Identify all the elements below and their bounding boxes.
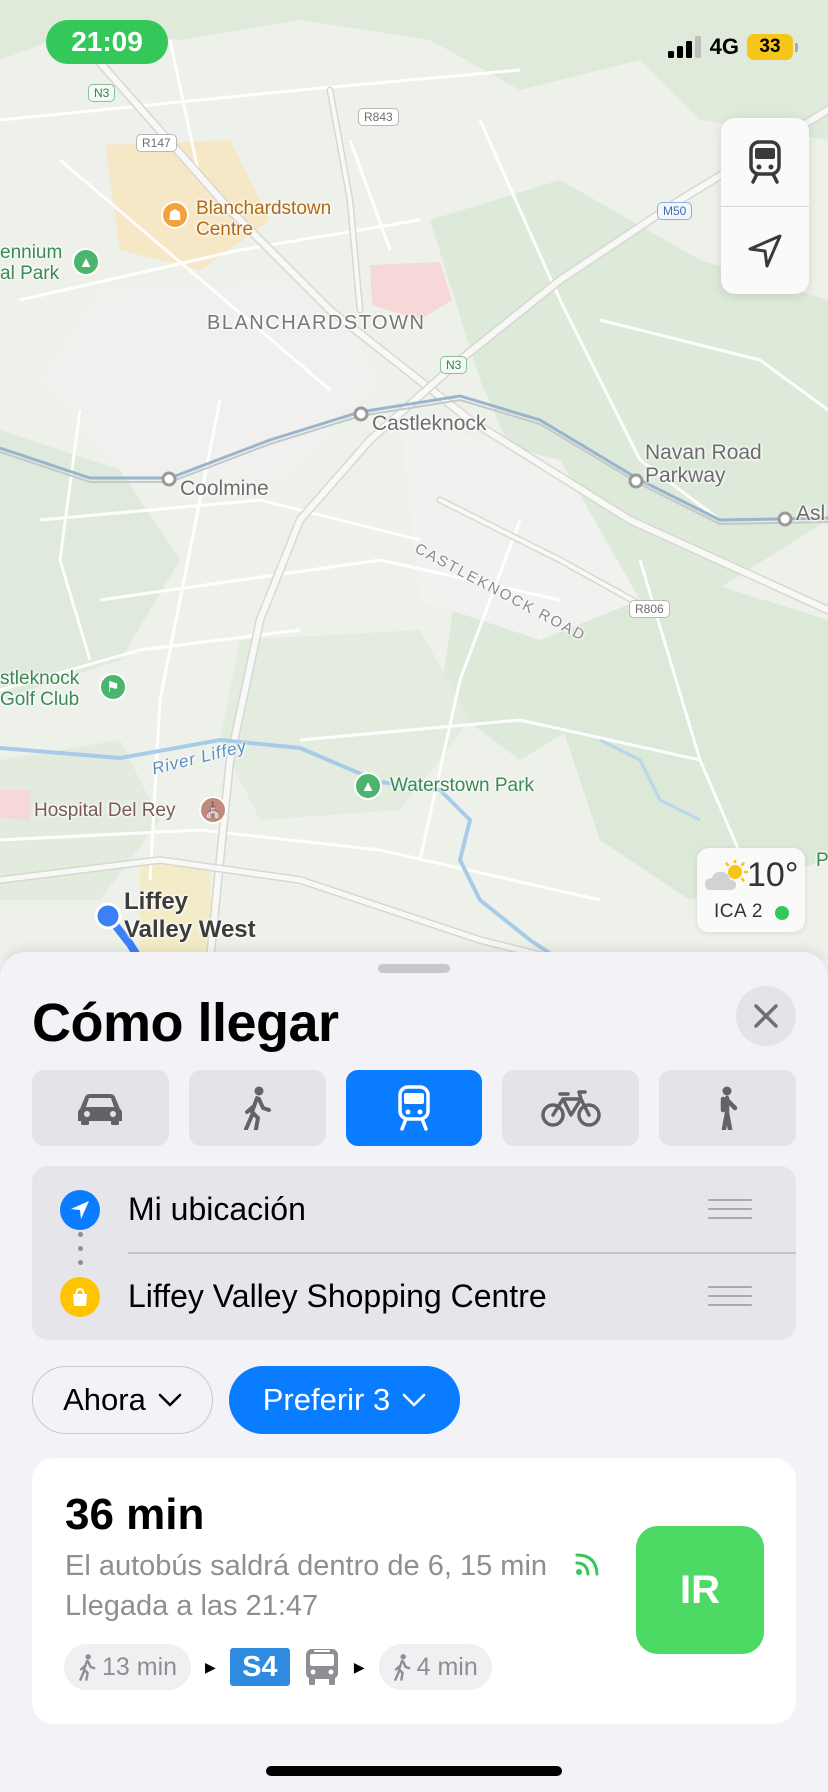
map-label-asl[interactable]: Asl <box>796 502 825 526</box>
chevron-down-icon <box>402 1393 426 1407</box>
departure-time-label: Ahora <box>63 1382 146 1417</box>
walk-duration: 4 min <box>416 1652 478 1681</box>
map-controls <box>721 118 809 294</box>
road-shield: R806 <box>629 600 670 618</box>
route-endpoints: Mi ubicación Liffey Valley Shopping Cent… <box>32 1166 796 1340</box>
origin-row[interactable]: Mi ubicación <box>32 1166 796 1253</box>
home-indicator[interactable] <box>266 1766 562 1776</box>
close-button[interactable] <box>736 986 796 1046</box>
mode-transit-button[interactable] <box>345 1070 483 1146</box>
air-quality-indicator <box>775 906 789 920</box>
walk-icon <box>244 1086 272 1130</box>
go-button[interactable]: IR <box>636 1526 764 1654</box>
preferences-button[interactable]: Preferir 3 <box>229 1366 460 1434</box>
close-icon <box>754 1004 778 1028</box>
departure-time-button[interactable]: Ahora <box>32 1366 213 1434</box>
location-arrow-icon <box>748 234 782 267</box>
reorder-handle[interactable] <box>708 1199 752 1221</box>
status-indicators: 4G 33 <box>667 34 798 60</box>
walk-duration: 13 min <box>102 1652 178 1681</box>
step-arrow-icon: ▶ <box>205 1658 216 1675</box>
route-steps: 13 min ▶ S4 ▶ 4 min <box>64 1644 492 1690</box>
road-shield: R843 <box>358 108 399 126</box>
landmark-icon[interactable]: ⛪ <box>199 796 227 824</box>
partly-cloudy-icon <box>705 860 749 890</box>
live-updates-icon <box>575 1553 599 1576</box>
map-label-navan-road-parkway[interactable]: Navan Road Parkway <box>645 441 762 487</box>
map-label-blanchardstown: BLANCHARDSTOWN <box>207 312 426 334</box>
map-label-hospital-del-rey[interactable]: Hospital Del Rey <box>34 800 176 822</box>
walk-icon <box>79 1654 96 1681</box>
preferences-label: Preferir 3 <box>262 1382 391 1417</box>
weather-widget[interactable]: 10° ICA 2 <box>697 848 805 932</box>
directions-sheet: Cómo llegar Mi ubicación Liffey Valley S… <box>0 952 828 1792</box>
map-label-liffey-valley-west[interactable]: Liffey Valley West <box>124 888 256 944</box>
map-label-waterstown-park[interactable]: Waterstown Park <box>390 775 534 797</box>
walk-step: 4 min <box>378 1644 492 1690</box>
walk-step: 13 min <box>64 1644 192 1690</box>
road-shield: N3 <box>440 356 468 374</box>
park-icon[interactable]: ▲ <box>354 772 382 800</box>
transit-map-button[interactable] <box>721 118 809 206</box>
arrival-info: Llegada a las 21:47 <box>65 1590 319 1622</box>
mode-rideshare-button[interactable] <box>659 1070 796 1146</box>
bike-icon <box>541 1090 601 1127</box>
chevron-down-icon <box>158 1393 182 1407</box>
road-shield: M50 <box>657 202 693 220</box>
reorder-handle[interactable] <box>708 1286 752 1308</box>
destination-label: Liffey Valley Shopping Centre <box>128 1278 547 1314</box>
map-label-castleknock[interactable]: Castleknock <box>372 412 486 436</box>
park-icon[interactable]: ▲ <box>72 248 100 276</box>
network-type: 4G <box>709 34 739 59</box>
map-label-millennium-park[interactable]: ennium al Park <box>0 242 62 284</box>
shopping-bag-icon <box>60 1277 100 1317</box>
map-view[interactable]: N3 R843 R147 M50 N3 R806 ☗ Blanchardstow… <box>0 0 828 960</box>
mode-cycle-button[interactable] <box>502 1070 640 1146</box>
signal-icon <box>667 36 701 58</box>
departure-info: El autobús saldrá dentro de 6, 15 min <box>65 1550 548 1582</box>
car-icon <box>78 1094 123 1125</box>
road-shield: R147 <box>136 134 177 152</box>
mode-drive-button[interactable] <box>32 1070 169 1146</box>
train-icon <box>749 140 781 184</box>
route-result-card[interactable]: 36 min El autobús saldrá dentro de 6, 15… <box>32 1458 796 1724</box>
map-label-partial: P <box>816 850 828 871</box>
ride-icon <box>720 1086 737 1130</box>
bus-line-badge: S4 <box>229 1648 290 1686</box>
map-label-coolmine[interactable]: Coolmine <box>180 477 269 501</box>
air-quality-label: ICA 2 <box>714 901 763 922</box>
shopping-icon[interactable]: ☗ <box>161 201 189 229</box>
map-label-blanchardstown-centre[interactable]: Blanchardstown Centre <box>196 198 331 240</box>
step-arrow-icon: ▶ <box>353 1658 365 1675</box>
battery-level: 33 <box>747 34 793 60</box>
location-arrow-icon <box>60 1190 100 1230</box>
current-location-button[interactable] <box>721 206 809 294</box>
status-time[interactable]: 21:09 <box>46 20 168 64</box>
destination-row[interactable]: Liffey Valley Shopping Centre <box>32 1253 796 1340</box>
walk-icon <box>393 1654 411 1681</box>
route-duration: 36 min <box>65 1490 205 1539</box>
battery-icon: 33 <box>747 34 798 60</box>
transport-mode-selector <box>32 1070 796 1146</box>
origin-label: Mi ubicación <box>128 1191 306 1227</box>
weather-temperature: 10° <box>747 856 799 894</box>
road-shield: N3 <box>88 84 116 102</box>
mode-walk-button[interactable] <box>188 1070 326 1146</box>
page-title: Cómo llegar <box>32 993 339 1053</box>
transit-icon <box>398 1085 430 1131</box>
golf-icon[interactable]: ⚑ <box>99 673 127 701</box>
map-label-castleknock-golf-club[interactable]: stleknock Golf Club <box>0 668 79 710</box>
sheet-grabber[interactable] <box>378 964 450 973</box>
bus-icon <box>305 1649 338 1685</box>
